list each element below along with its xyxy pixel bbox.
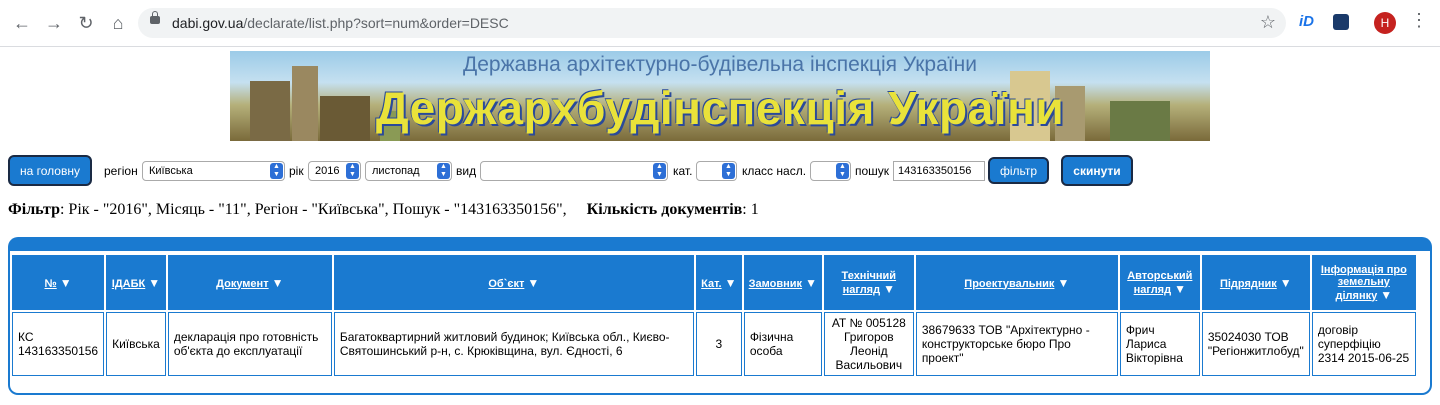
cell-customer: Фізична особа xyxy=(743,312,822,376)
back-icon[interactable]: ← xyxy=(10,12,34,34)
col-header-tech-supervision[interactable]: Технічний нагляд ▼ xyxy=(823,255,914,310)
reload-icon[interactable]: ↻ xyxy=(74,12,98,34)
chevron-updown-icon: ▲ ▼ xyxy=(346,163,359,179)
region-label: регіон xyxy=(104,164,138,178)
sort-down-icon: ▼ xyxy=(527,275,540,290)
sort-down-icon: ▼ xyxy=(1279,275,1292,290)
region-select[interactable]: Київська ▲ ▼ xyxy=(142,161,285,181)
sort-down-icon: ▼ xyxy=(1174,281,1186,296)
year-label: рік xyxy=(289,164,304,178)
year-select[interactable]: 2016 ▲ ▼ xyxy=(308,161,361,181)
url-text[interactable]: dabi.gov.ua/declarate/list.php?sort=num&… xyxy=(172,15,509,31)
cell-number: КС 143163350156 xyxy=(12,312,105,376)
reset-button[interactable]: скинути xyxy=(1061,155,1133,186)
col-header-number[interactable]: № ▼ xyxy=(12,255,105,310)
cell-idabk: Київська xyxy=(106,312,166,376)
chevron-updown-icon: ▲ ▼ xyxy=(437,163,450,179)
sort-down-icon: ▼ xyxy=(805,275,817,290)
profile-avatar[interactable]: Н xyxy=(1374,12,1396,34)
home-icon[interactable]: ⌂ xyxy=(106,12,130,34)
col-header-author-supervision[interactable]: Авторський нагляд ▼ xyxy=(1119,255,1200,310)
results-table-frame: № ▼ ІДАБК ▼ Документ ▼ Об`єкт ▼ Кат. ▼ Замовн… xyxy=(8,237,1432,395)
sort-down-icon: ▼ xyxy=(1057,275,1070,290)
sort-down-icon: ▼ xyxy=(883,281,895,296)
cell-author-supervision: Фрич Лариса Вікторівна xyxy=(1119,312,1200,376)
home-button[interactable]: на головну xyxy=(8,155,92,186)
table-header-row: № ▼ ІДАБК ▼ Документ ▼ Об`єкт ▼ Кат. ▼ Замовн… xyxy=(12,255,1416,310)
results-table: № ▼ ІДАБК ▼ Документ ▼ Об`єкт ▼ Кат. ▼ Замовн… xyxy=(10,253,1418,378)
search-input[interactable]: 143163350156 xyxy=(893,161,985,181)
type-select[interactable]: ▲ ▼ xyxy=(480,161,668,181)
cell-designer: 38679633 ТОВ "Архітектурно - конструктор… xyxy=(915,312,1118,376)
col-header-customer[interactable]: Замовник ▼ xyxy=(743,255,822,310)
cell-contractor: 35024030 ТОВ "Регіонжитлобуд" xyxy=(1201,312,1310,376)
bookmark-star-icon[interactable]: ☆ xyxy=(1260,12,1276,33)
cell-tech-supervision: АТ № 005128 Григоров Леонід Васильович xyxy=(823,312,914,376)
category-select[interactable]: ▲ ▼ xyxy=(696,161,737,181)
sort-down-icon: ▼ xyxy=(271,275,284,290)
col-header-object[interactable]: Об`єкт ▼ xyxy=(333,255,694,310)
lock-icon xyxy=(150,11,160,24)
filter-summary: Фільтр: Рік - "2016", Місяць - "11", Рег… xyxy=(8,201,759,218)
col-header-land-info[interactable]: Інформація про земельну ділянку ▼ xyxy=(1311,255,1416,310)
category-label: кат. xyxy=(673,164,693,178)
sort-down-icon: ▼ xyxy=(59,275,72,290)
chevron-updown-icon: ▲ ▼ xyxy=(722,163,735,179)
banner-subtitle: Державна архітектурно-будівельна інспекц… xyxy=(463,53,977,76)
search-label: пошук xyxy=(855,164,890,178)
cell-land-info: договір суперфіцію 2314 2015-06-25 xyxy=(1311,312,1416,376)
chevron-updown-icon: ▲ ▼ xyxy=(653,163,666,179)
col-header-idabk[interactable]: ІДАБК ▼ xyxy=(106,255,166,310)
class-label: класс насл. xyxy=(742,164,807,178)
browser-toolbar: ← → ↻ ⌂ dabi.gov.ua/declarate/list.php?s… xyxy=(0,0,1440,47)
col-header-contractor[interactable]: Підрядник ▼ xyxy=(1201,255,1310,310)
address-bar[interactable]: dabi.gov.ua/declarate/list.php?sort=num&… xyxy=(138,8,1286,38)
type-label: вид xyxy=(456,164,477,178)
filter-button[interactable]: фільтр xyxy=(988,157,1049,184)
col-header-document[interactable]: Документ ▼ xyxy=(167,255,332,310)
sort-down-icon: ▼ xyxy=(148,275,161,290)
site-banner: Державна архітектурно-будівельна інспекц… xyxy=(230,51,1210,141)
kebab-menu-icon[interactable]: ⋮ xyxy=(1410,10,1428,31)
col-header-designer[interactable]: Проектувальник ▼ xyxy=(915,255,1118,310)
table-row: КС 143163350156 Київська декларація про … xyxy=(12,312,1416,376)
chevron-updown-icon: ▲ ▼ xyxy=(836,163,849,179)
col-header-category[interactable]: Кат. ▼ xyxy=(695,255,742,310)
chevron-updown-icon: ▲ ▼ xyxy=(270,163,283,179)
class-select[interactable]: ▲ ▼ xyxy=(810,161,851,181)
cell-category: 3 xyxy=(695,312,742,376)
forward-icon[interactable]: → xyxy=(42,12,66,34)
extension-icon[interactable] xyxy=(1333,14,1349,30)
sort-down-icon: ▼ xyxy=(1380,287,1393,302)
month-select[interactable]: листопад ▲ ▼ xyxy=(365,161,452,181)
cell-document: декларація про готовність об'єкта до екс… xyxy=(167,312,332,376)
sort-down-icon: ▼ xyxy=(724,275,737,290)
extension-id-icon[interactable]: iD xyxy=(1299,13,1314,30)
banner-title: Держархбудінспекція України xyxy=(375,82,1065,134)
cell-object: Багатоквартирний житловий будинок; Київс… xyxy=(333,312,694,376)
